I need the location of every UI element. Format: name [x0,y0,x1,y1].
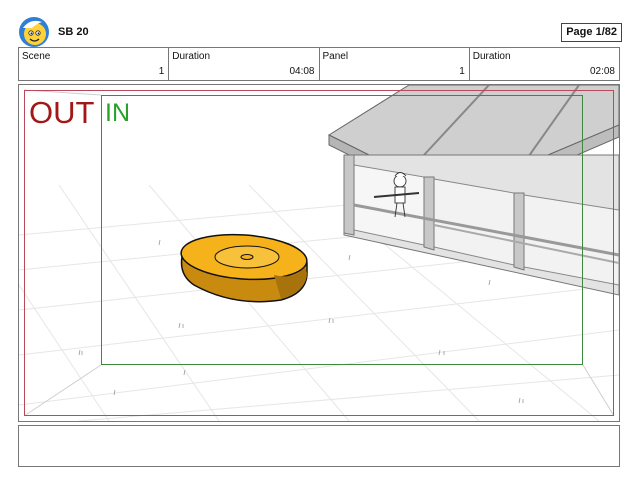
info-row: Scene 1 Duration 04:08 Panel 1 Duration … [18,47,620,81]
page-number: 1/82 [595,26,617,38]
scene-label: Scene [22,51,51,62]
scene-duration-label: Duration [172,51,211,62]
out-frame-label: OUT [29,95,95,130]
scene-duration-cell: Duration 04:08 [169,48,320,80]
panel-cell: Panel 1 [320,48,470,80]
storyboard-panel[interactable]: OUT IN [18,84,620,422]
page-indicator: Page 1/82 [561,23,622,42]
panel-value: 1 [459,66,465,77]
panel-duration-value: 02:08 [589,66,615,77]
in-frame-label: IN [105,99,130,127]
storyboard-title: SB 20 [58,26,89,38]
panel-duration-cell: Duration 02:08 [470,48,619,80]
scene-cell: Scene 1 [19,48,170,80]
in-safe-frame [101,95,583,365]
scene-value: 1 [158,66,165,77]
panel-duration-label: Duration [472,51,511,62]
page-label: Page [566,26,593,38]
scene-duration-value: 04:08 [289,66,315,77]
panel-label: Panel [322,51,349,62]
app-logo-icon [19,17,49,47]
panel-notes-field[interactable] [18,425,620,467]
